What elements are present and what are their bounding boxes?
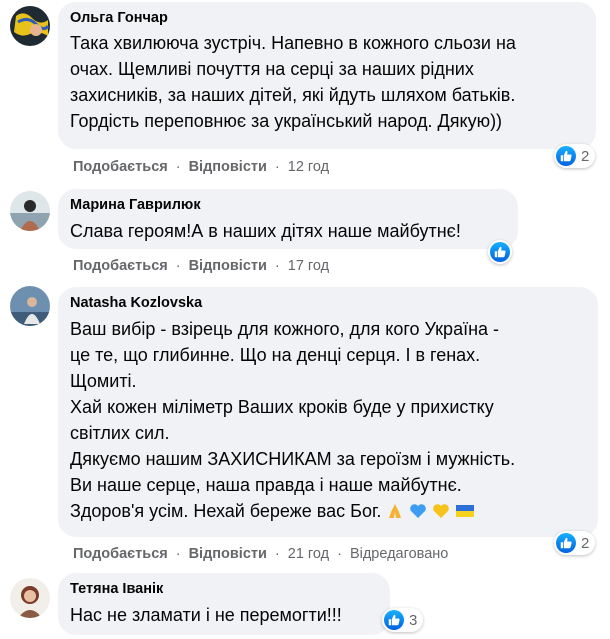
comment-line: Дякуємо нашим ЗАХИСНИКАМ за героїзм і му… xyxy=(70,449,516,469)
thumbs-up-icon xyxy=(556,533,576,553)
comment-text: Нас не зламати і не перемогти!!! xyxy=(70,602,378,628)
comment-text: Ваш вибір - взірець для кожного, для ког… xyxy=(70,316,586,524)
comment-line: Ваш вибір - взірець для кожного, для ког… xyxy=(70,319,500,339)
comment-line: світлих сил. xyxy=(70,423,170,443)
comment-actions: Подобається · Відповісти · 12 год xyxy=(73,158,329,176)
comment-text: Така хвилююча зустріч. Напевно в кожного… xyxy=(70,30,584,134)
timestamp[interactable]: 17 год xyxy=(288,258,329,274)
separator-dot: · xyxy=(274,546,280,562)
separator-dot: · xyxy=(274,159,280,175)
comment-author[interactable]: Марина Гаврилюк xyxy=(70,196,506,215)
timestamp[interactable]: 12 год xyxy=(288,159,329,175)
separator-dot: · xyxy=(175,258,181,274)
edited-label[interactable]: Відредаговано xyxy=(350,546,448,562)
comment-line: Нас не зламати і не перемогти!!! xyxy=(70,605,342,625)
yellow-heart-emoji xyxy=(433,504,450,518)
reply-button[interactable]: Відповісти xyxy=(189,258,267,274)
avatar[interactable] xyxy=(10,191,50,231)
comment-actions: Подобається · Відповісти · 21 год · Відредагов… xyxy=(73,545,448,563)
timestamp[interactable]: 21 год xyxy=(288,546,329,562)
avatar[interactable] xyxy=(10,286,50,326)
comment-line: очах. Щемливі почуття на серці за наших … xyxy=(70,59,474,79)
avatar[interactable] xyxy=(10,6,50,46)
separator-dot: · xyxy=(274,258,280,274)
reaction-summary[interactable]: 3 xyxy=(382,608,424,632)
reaction-count: 2 xyxy=(581,534,590,552)
like-button[interactable]: Подобається xyxy=(73,546,168,562)
like-button[interactable]: Подобається xyxy=(73,258,168,274)
comment-bubble: Natasha Kozlovska Ваш вибір - взірець дл… xyxy=(58,287,598,537)
comment-author[interactable]: Natasha Kozlovska xyxy=(70,294,586,313)
comment-bubble: Марина Гаврилюк Слава героям!А в наших д… xyxy=(58,189,518,249)
thumbs-up-icon xyxy=(384,610,404,630)
separator-dot: · xyxy=(175,159,181,175)
comment-bubble: Ольга Гончар Така хвилююча зустріч. Напе… xyxy=(58,2,596,149)
ukraine-flag-emoji xyxy=(456,505,475,517)
comment-line: Слава героям!А в наших дітях наше майбут… xyxy=(70,221,461,241)
comment-bubble: Тетяна Іванік Нас не зламати і не перемо… xyxy=(58,573,390,635)
reaction-summary[interactable]: 2 xyxy=(554,144,596,168)
comment-line: захисників, за наших дітей, які йдуть шл… xyxy=(70,85,516,105)
avatar[interactable] xyxy=(10,578,50,618)
comment-text: Слава героям!А в наших дітях наше майбут… xyxy=(70,218,506,244)
reaction-count: 3 xyxy=(409,611,418,629)
separator-dot: · xyxy=(175,546,181,562)
comment-line: Гордість переповнює за український народ… xyxy=(70,111,503,131)
blue-heart-emoji xyxy=(410,504,427,518)
comment-line: Така хвилююча зустріч. Напевно в кожного… xyxy=(70,33,516,53)
thumbs-up-icon xyxy=(490,242,510,262)
comment-author[interactable]: Тетяна Іванік xyxy=(70,580,378,599)
comment-line-text: Здоров'я усім. Нехай береже вас Бог. xyxy=(70,501,382,521)
comment-author[interactable]: Ольга Гончар xyxy=(70,9,584,28)
reply-button[interactable]: Відповісти xyxy=(189,159,267,175)
reaction-summary[interactable] xyxy=(488,240,512,264)
thumbs-up-icon xyxy=(556,146,576,166)
reply-button[interactable]: Відповісти xyxy=(189,546,267,562)
comment-line: Ви наше серце, наша правда і наше майбут… xyxy=(70,475,462,495)
folded-hands-emoji xyxy=(389,504,402,518)
comment-line: Здоров'я усім. Нехай береже вас Бог. xyxy=(70,498,586,524)
comment-actions: Подобається · Відповісти · 17 год xyxy=(73,257,329,275)
like-button[interactable]: Подобається xyxy=(73,159,168,175)
comment-line: Хай кожен міліметр Ваших кроків буде у п… xyxy=(70,397,494,417)
separator-dot: · xyxy=(337,546,342,562)
reaction-count: 2 xyxy=(581,147,590,165)
comment-line: Щомиті. xyxy=(70,371,137,391)
reaction-summary[interactable]: 2 xyxy=(554,531,596,555)
comment-line: це те, що глибинне. Що на денці серця. І… xyxy=(70,345,481,365)
